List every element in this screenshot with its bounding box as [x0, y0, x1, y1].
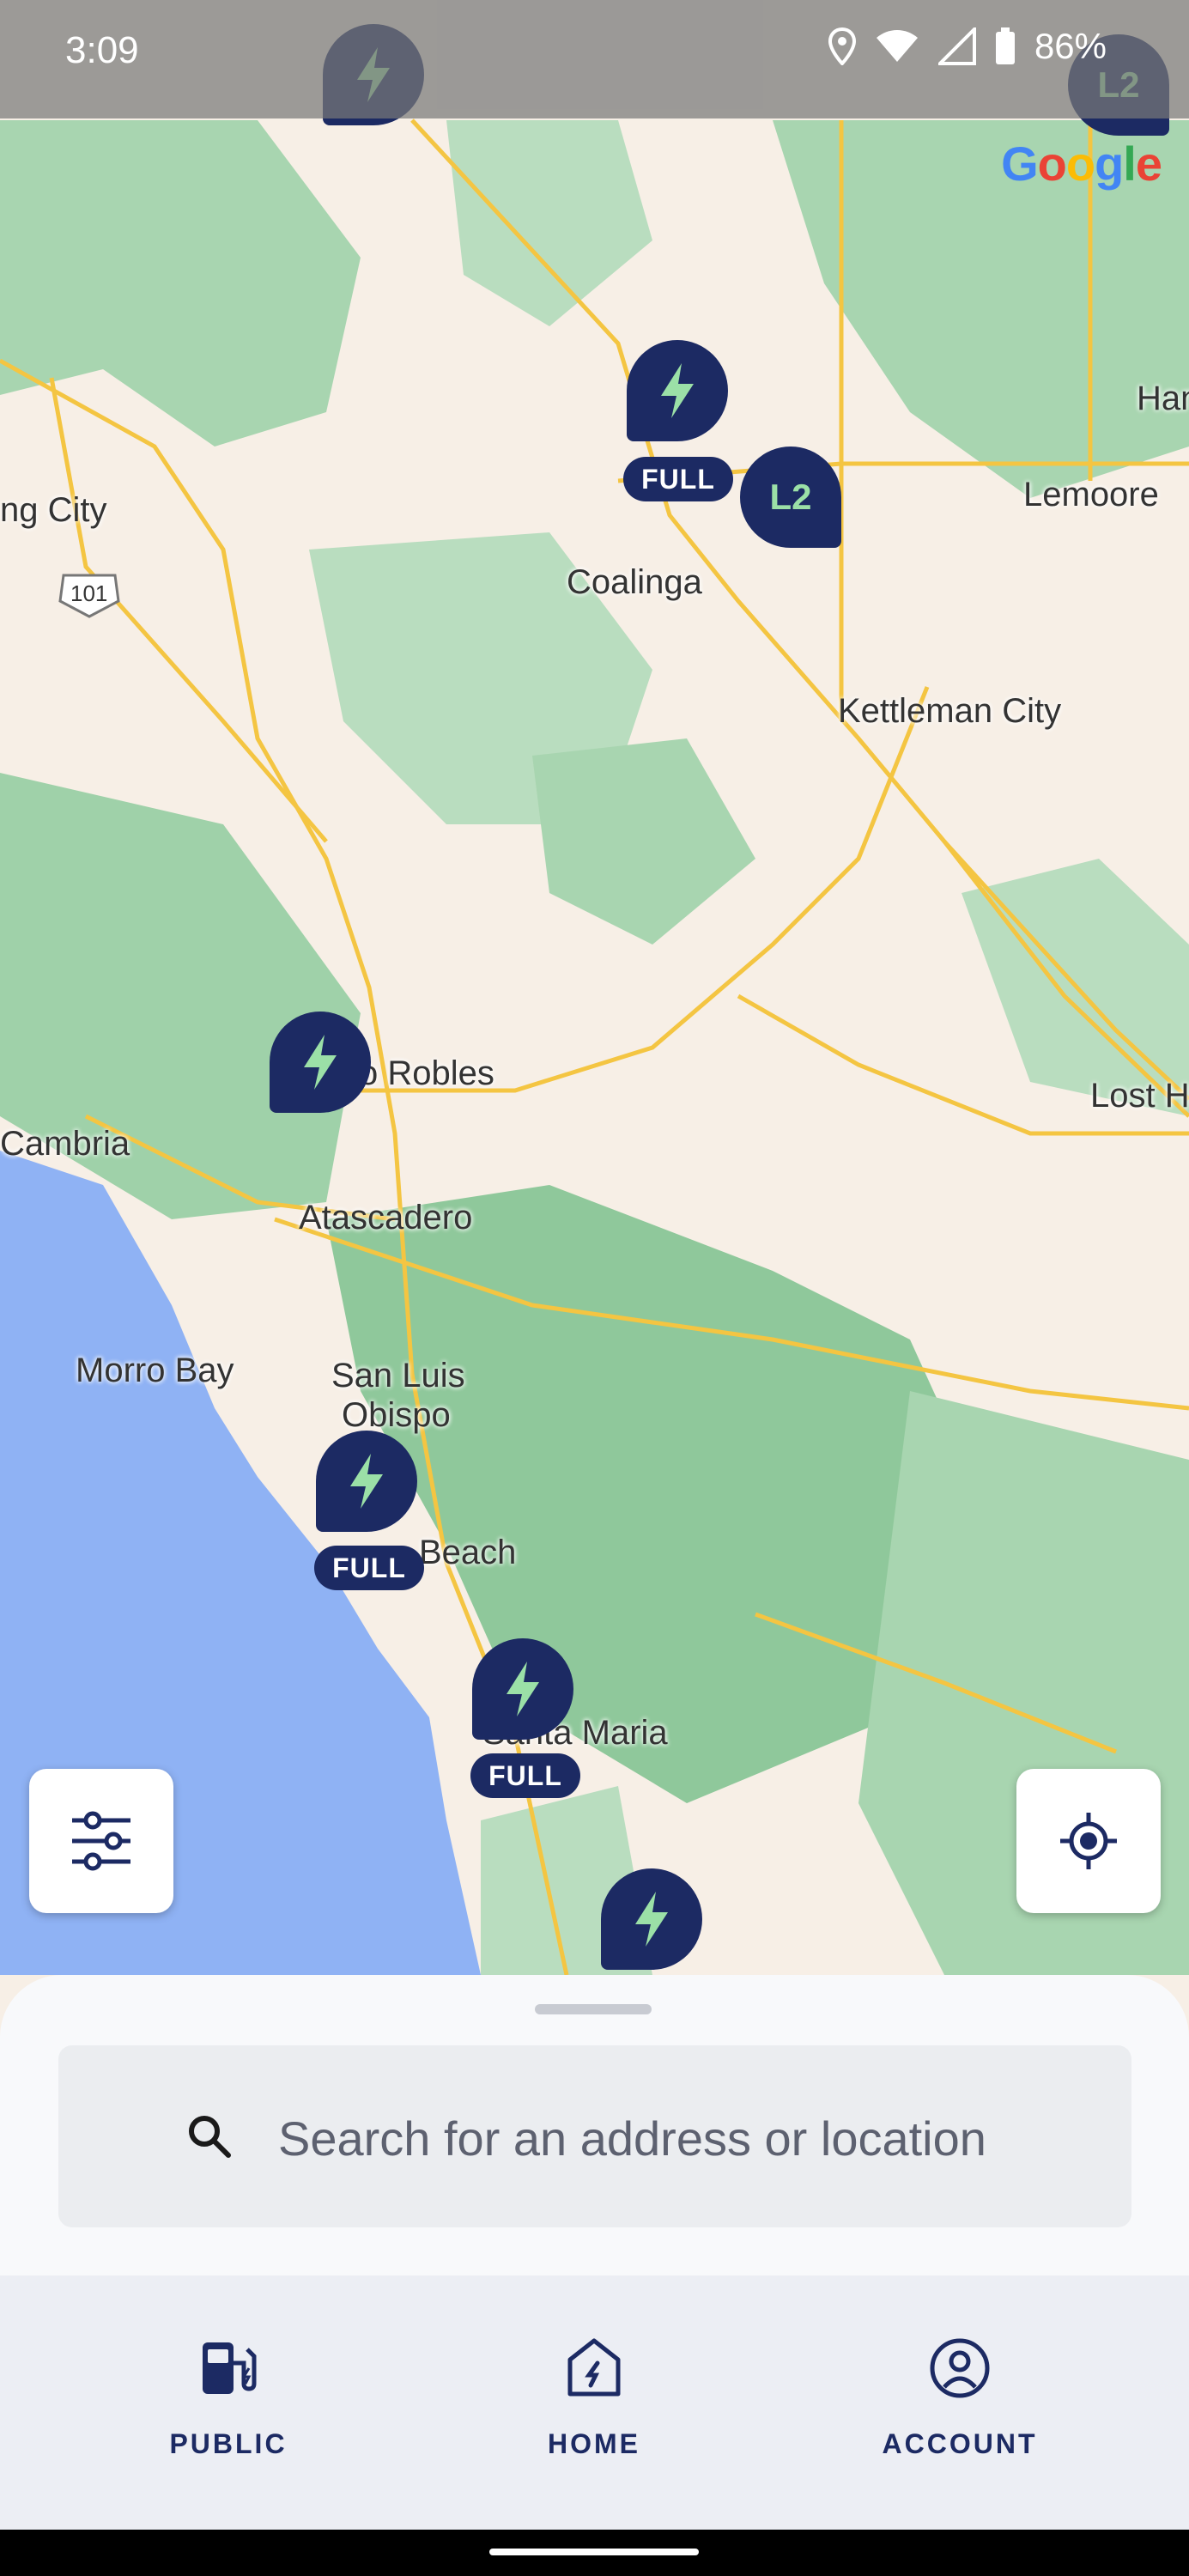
location-icon: [828, 27, 856, 65]
drag-handle[interactable]: [535, 2004, 652, 2014]
status-icons: 86%: [828, 26, 1107, 67]
city-label-kettleman-city: Kettleman City: [838, 692, 1062, 730]
city-label-lemoore: Lemoore: [1023, 476, 1159, 513]
nav-item-public[interactable]: PUBLIC: [100, 2334, 357, 2506]
wifi-icon: [876, 30, 918, 62]
city-label-pismo-beach: Beach: [419, 1534, 517, 1571]
city-label-paso-robles: o Robles: [359, 1054, 494, 1092]
nav-item-account[interactable]: ACCOUNT: [831, 2334, 1089, 2506]
account-icon: [930, 2338, 990, 2398]
bottom-sheet[interactable]: Search for an address or location: [0, 1975, 1189, 2275]
city-label-lost-hills: Lost H: [1090, 1077, 1189, 1115]
city-label-hanford: Han: [1137, 380, 1189, 417]
sliders-icon: [72, 1811, 130, 1871]
search-icon: [185, 2112, 234, 2160]
system-gesture-bar: [0, 2530, 1189, 2576]
status-time: 3:09: [65, 29, 139, 71]
bolt-icon: [304, 1035, 337, 1090]
battery-icon: [995, 27, 1015, 64]
charger-pin[interactable]: [270, 1012, 371, 1113]
bottom-navigation: PUBLIC HOME ACCOUNT: [0, 2275, 1189, 2530]
highway-101-label: 101: [70, 580, 108, 606]
city-label-coalinga: Coalinga: [567, 563, 702, 601]
city-label-king-city: ng City: [0, 491, 107, 529]
city-label-cambria: Cambria: [0, 1125, 130, 1163]
bolt-icon: [350, 1454, 383, 1509]
full-badge: FULL: [470, 1753, 580, 1798]
full-badge: FULL: [314, 1546, 424, 1590]
charger-pin[interactable]: [601, 1868, 702, 1970]
bolt-icon: [507, 1662, 539, 1716]
search-bar[interactable]: Search for an address or location: [58, 2045, 1131, 2227]
city-label-san-luis: San Luis: [331, 1357, 465, 1394]
map-view[interactable]: 101 Coalinga Kettleman City Lemoore ng C…: [0, 0, 1189, 1976]
city-label-atascadero: Atascadero: [299, 1199, 473, 1236]
level2-pin[interactable]: L2: [740, 447, 841, 548]
level2-pin-label: L2: [769, 477, 812, 517]
home-charger-icon: [567, 2338, 621, 2397]
charger-pin[interactable]: [472, 1638, 573, 1740]
charger-pin[interactable]: [316, 1431, 417, 1532]
filter-button[interactable]: [29, 1769, 173, 1913]
home-gesture-pill[interactable]: [489, 2549, 699, 2555]
my-location-button[interactable]: [1016, 1769, 1161, 1913]
google-logo: Google: [1001, 137, 1162, 191]
nav-label-public: PUBLIC: [169, 2428, 288, 2459]
cellular-signal-icon: [937, 27, 976, 65]
bolt-icon: [635, 1892, 668, 1947]
nav-label-account: ACCOUNT: [882, 2428, 1038, 2459]
search-input[interactable]: Search for an address or location: [278, 2111, 986, 2166]
charger-pin[interactable]: [627, 340, 728, 441]
map-canvas: [0, 0, 1189, 1976]
nav-item-home[interactable]: HOME: [465, 2334, 723, 2506]
fuel-pump-icon: [203, 2342, 257, 2394]
full-badge: FULL: [623, 457, 733, 501]
battery-percent: 86%: [1034, 26, 1107, 66]
bolt-icon: [661, 363, 694, 418]
nav-label-home: HOME: [548, 2428, 640, 2459]
city-label-obispo: Obispo: [342, 1396, 451, 1434]
city-label-morro-bay: Morro Bay: [76, 1352, 234, 1389]
status-bar: 3:09 86%: [0, 0, 1189, 118]
my-location-icon: [1060, 1813, 1117, 1869]
